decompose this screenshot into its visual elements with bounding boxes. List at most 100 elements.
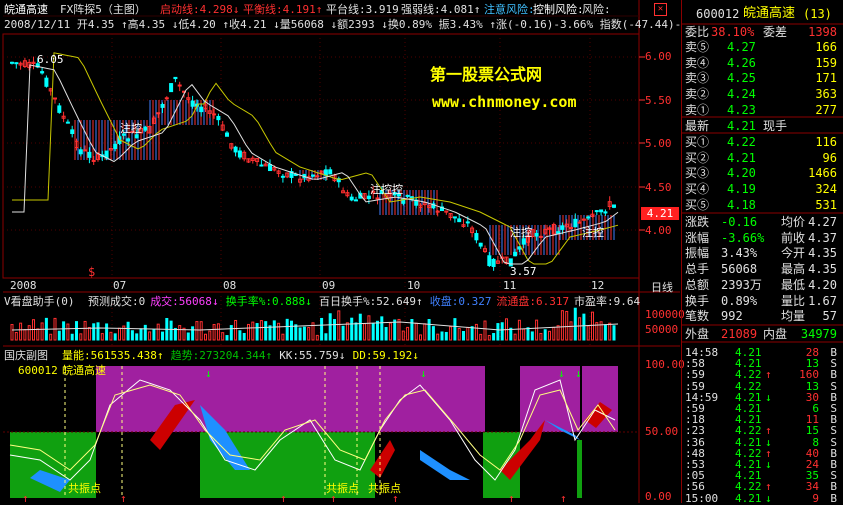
period-label[interactable]: 日线 <box>651 281 673 294</box>
volume-bar <box>328 313 332 341</box>
volume-bar <box>118 327 121 341</box>
ask-row[interactable]: 卖① 4.23 277 <box>683 103 841 118</box>
candle-body <box>160 104 165 108</box>
indicator-name[interactable]: FX阵探5（主图） <box>60 3 146 16</box>
volume-bar <box>148 331 152 341</box>
volume-bar <box>436 333 440 341</box>
bid-row[interactable]: 买④ 4.19 324 <box>683 182 841 197</box>
sub-chart-title[interactable]: 国庆副图 <box>4 349 48 362</box>
candle-body <box>57 105 62 113</box>
volume-bar <box>294 324 298 341</box>
volume-bar <box>423 323 427 341</box>
volume-bar <box>358 313 362 341</box>
volume-bar <box>216 323 220 341</box>
volume-bar <box>320 317 324 341</box>
candle-body <box>594 210 599 213</box>
volume-bar <box>363 323 367 341</box>
volume-bar <box>238 330 242 341</box>
close-icon[interactable]: ✕ <box>654 3 667 16</box>
indicator-value: 成交:56068↓ <box>150 295 219 308</box>
volume-bar <box>474 323 478 341</box>
bid-row[interactable]: 买③ 4.20 1466 <box>683 166 841 181</box>
down-arrow-icon: ↓ <box>575 367 582 380</box>
candle-body <box>513 251 518 257</box>
ask-row[interactable]: 卖⑤ 4.27 166 <box>683 40 841 55</box>
volume-bar <box>414 322 418 341</box>
candle-body <box>44 77 49 87</box>
candle-body <box>603 211 608 214</box>
price-axis-label: 4.50 <box>645 181 672 194</box>
volume-bar <box>384 327 388 341</box>
stock-title: 皖通高速 <box>4 3 48 16</box>
volume-bar <box>466 326 470 341</box>
volume-bar <box>264 321 268 341</box>
panel-stock-suffix: (13) <box>803 7 832 21</box>
candle-body <box>78 149 83 155</box>
volume-bar <box>573 307 577 341</box>
indicator-value: KK:55.759↓ <box>279 349 346 362</box>
candle-body <box>457 218 462 223</box>
indicator-param: 平衡线:4.191↑ <box>243 3 323 16</box>
candle-body <box>233 146 238 153</box>
last-price-row: 最新 4.21 现手 <box>685 119 788 133</box>
candle-body <box>521 238 526 245</box>
zone-purple <box>320 366 485 432</box>
candle-body <box>435 210 440 213</box>
volume-bar <box>612 325 616 341</box>
watermark-title: 第一股票公式网 <box>430 65 543 84</box>
bid-row[interactable]: 买② 4.21 96 <box>683 151 841 166</box>
watermark-url: www.chnmoney.com <box>432 93 577 111</box>
volume-bar <box>23 329 27 341</box>
volume-bar <box>173 327 177 341</box>
candle-body <box>556 231 561 234</box>
volume-bar <box>427 319 431 341</box>
annotation-4: 注控 <box>582 226 604 239</box>
volume-bar <box>578 317 582 341</box>
volume-bar <box>569 321 573 341</box>
volume-bar <box>548 330 551 341</box>
volume-bar <box>281 333 285 341</box>
stat-row: 换手 0.89% 量比 1.67 <box>685 293 837 308</box>
bid-row[interactable]: 买⑤ 4.18 531 <box>683 198 841 213</box>
stat-row: 振幅 3.43% 今开 4.35 <box>685 246 837 261</box>
ohlc-info: 2008/12/11 开4.35 ↑高4.35 ↓低4.20 ↑收4.21 ↓量… <box>4 18 682 31</box>
candle-body <box>65 121 70 124</box>
volume-bar <box>247 323 250 341</box>
candle-body <box>405 194 410 197</box>
candle-body <box>534 233 539 237</box>
volume-bar <box>543 329 547 341</box>
panel-stock-name: 皖通高速 <box>743 6 796 21</box>
volume-indicator-title[interactable]: V看盘助手(0) <box>4 295 75 308</box>
resonance-label: 共振点 <box>68 482 101 495</box>
trend-ribbon <box>420 450 470 480</box>
volume-bar <box>371 323 375 341</box>
volume-bar <box>169 320 173 341</box>
candle-body <box>53 97 57 100</box>
candle-body <box>237 150 242 158</box>
candle-body <box>216 115 221 121</box>
up-arrow-icon: ↑ <box>560 492 567 503</box>
candle-body <box>91 159 96 162</box>
volume-bar <box>139 328 143 341</box>
price-axis-label: 5.00 <box>645 137 672 150</box>
date-axis-label: 2008 <box>10 279 37 292</box>
volume-bar <box>255 323 259 341</box>
volume-bar <box>530 331 534 341</box>
volume-bar <box>290 320 293 341</box>
ask-row[interactable]: 卖④ 4.26 159 <box>683 56 841 71</box>
volume-bar <box>350 317 354 341</box>
ask-row[interactable]: 卖③ 4.25 171 <box>683 71 841 86</box>
volume-bar <box>19 322 23 341</box>
bid-row[interactable]: 买① 4.22 116 <box>683 135 841 150</box>
indicator-value: 量能:561535.438↑ <box>62 349 164 362</box>
date-axis-label: 12 <box>591 279 605 292</box>
volume-bar <box>79 333 83 341</box>
volume-bar <box>393 319 397 341</box>
candle-body <box>40 71 45 74</box>
volume-bar <box>552 326 556 341</box>
candle-body <box>169 83 174 93</box>
indicator-value: 收盘:0.327 <box>429 295 492 308</box>
panel-stock-code: 600012 <box>696 7 740 21</box>
volume-bar <box>496 323 500 341</box>
ask-row[interactable]: 卖② 4.24 363 <box>683 87 841 102</box>
